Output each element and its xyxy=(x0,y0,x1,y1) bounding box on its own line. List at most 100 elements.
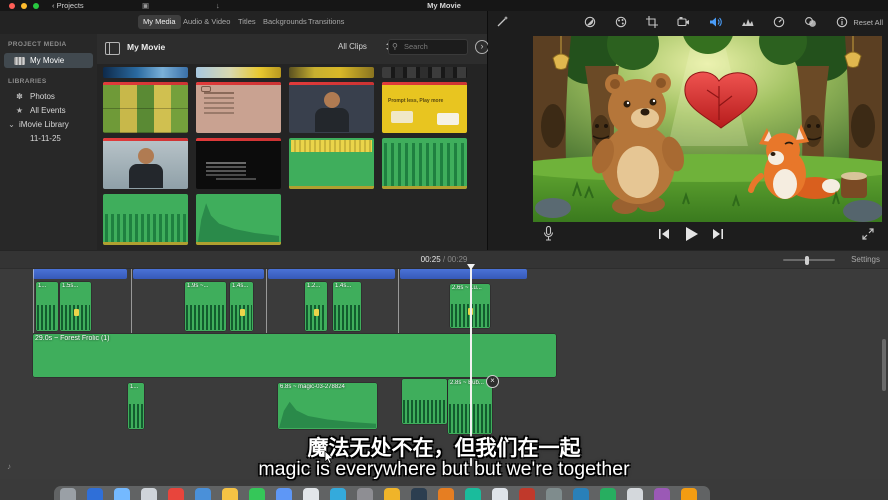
media-thumbnail-video[interactable] xyxy=(289,82,374,133)
media-thumbnail-strip[interactable] xyxy=(103,67,188,78)
search-input[interactable]: ⚲ Search xyxy=(388,39,468,55)
dock-app-icon[interactable] xyxy=(60,488,76,500)
dock-app-icon[interactable] xyxy=(546,488,562,500)
tab-my-media[interactable]: My Media xyxy=(138,15,181,29)
video-clip[interactable] xyxy=(268,269,395,279)
timeline-scrollbar[interactable] xyxy=(882,339,886,391)
dock-app-icon[interactable] xyxy=(384,488,400,500)
star-box-icon: ★ xyxy=(14,107,25,115)
playback-controls xyxy=(488,222,888,248)
video-clip[interactable] xyxy=(400,269,527,279)
media-thumbnail-audio[interactable] xyxy=(196,194,281,245)
preview-panel: Reset All xyxy=(488,11,888,250)
dock-app-icon[interactable] xyxy=(654,488,670,500)
audio-clip[interactable]: 1... xyxy=(128,383,144,429)
sidebar-item-event-date[interactable]: 11-11-25 xyxy=(4,131,93,146)
dock-app-icon[interactable] xyxy=(87,488,103,500)
clip-label: 1... xyxy=(130,384,143,390)
media-thumbnail-video[interactable] xyxy=(196,82,281,133)
media-thumbnail-video[interactable] xyxy=(103,138,188,189)
dock-app-icon[interactable] xyxy=(357,488,373,500)
dock-app-icon[interactable] xyxy=(249,488,265,500)
dock-app-icon[interactable] xyxy=(627,488,643,500)
audio-clip[interactable] xyxy=(402,379,447,424)
dock-app-icon[interactable] xyxy=(492,488,508,500)
audio-clip[interactable]: 1.9s ~... xyxy=(185,282,226,331)
audio-clip[interactable]: 1.4s... xyxy=(333,282,361,331)
clip-filter-dropdown[interactable]: All Clips xyxy=(338,42,367,51)
media-thumbnail-strip[interactable] xyxy=(196,67,281,78)
music-clip[interactable]: 29.0s ~ Forest Frolic (1) xyxy=(33,334,556,377)
video-clip[interactable] xyxy=(33,269,127,279)
subtitle-english: magic is everywhere but but we're togeth… xyxy=(0,458,888,481)
tab-titles[interactable]: Titles xyxy=(233,15,261,29)
reset-all-button[interactable]: Reset All xyxy=(853,18,883,27)
dock-app-icon[interactable] xyxy=(411,488,427,500)
playhead-handle[interactable] xyxy=(467,264,475,270)
info-icon[interactable] xyxy=(836,16,848,28)
dock-app-icon[interactable] xyxy=(330,488,346,500)
record-voiceover-mic-icon[interactable] xyxy=(543,226,554,242)
sidebar-item-imovie-library[interactable]: ⌄ iMovie Library xyxy=(4,117,93,132)
sidebar-toggle-icon[interactable] xyxy=(105,42,120,55)
dock-app-icon[interactable] xyxy=(519,488,535,500)
next-frame-icon[interactable] xyxy=(712,228,724,240)
chevron-down-icon[interactable]: ⌄ xyxy=(6,121,17,129)
delete-clip-button[interactable]: × xyxy=(486,375,499,388)
window-title: My Movie xyxy=(0,0,888,11)
dock-app-icon[interactable] xyxy=(465,488,481,500)
media-thumbnail-video[interactable]: Prompt less, Play more xyxy=(382,82,467,133)
audio-clip[interactable]: 6.8s ~ magic-03-278824 xyxy=(278,383,377,429)
clip-boundary xyxy=(398,269,399,333)
color-balance-icon[interactable] xyxy=(584,16,596,28)
dock-app-icon[interactable] xyxy=(600,488,616,500)
dock-app-icon[interactable] xyxy=(303,488,319,500)
dock-app-icon[interactable] xyxy=(114,488,130,500)
previous-frame-icon[interactable] xyxy=(658,228,670,240)
color-palette-icon[interactable] xyxy=(615,16,627,28)
media-thumbnail-audio[interactable] xyxy=(289,138,374,189)
dock-app-icon[interactable] xyxy=(573,488,589,500)
macos-dock[interactable] xyxy=(54,486,710,500)
media-thumbnail-strip[interactable] xyxy=(289,67,374,78)
audio-clip[interactable]: 1.2... xyxy=(305,282,327,331)
preview-video[interactable] xyxy=(533,36,882,222)
noise-equalizer-icon[interactable] xyxy=(741,16,754,28)
sidebar-item-all-events[interactable]: ★ All Events xyxy=(4,103,93,118)
tab-audio-video[interactable]: Audio & Video xyxy=(178,15,235,29)
crop-icon[interactable] xyxy=(646,16,658,28)
video-clip[interactable] xyxy=(133,269,264,279)
bear-fox-forest-scene xyxy=(533,36,882,222)
effects-icon[interactable] xyxy=(804,16,817,28)
dock-app-icon[interactable] xyxy=(681,488,697,500)
audio-clip[interactable]: 1.5s... xyxy=(60,282,91,331)
dock-app-icon[interactable] xyxy=(141,488,157,500)
dock-app-icon[interactable] xyxy=(438,488,454,500)
media-browser-grid: Prompt less, Play more xyxy=(97,64,487,250)
sidebar-item-my-movie[interactable]: My Movie xyxy=(4,53,93,68)
drum xyxy=(841,172,867,198)
media-thumbnail-video[interactable] xyxy=(103,82,188,133)
used-in-project-bar xyxy=(382,82,467,85)
media-thumbnail-video[interactable] xyxy=(196,138,281,189)
fullscreen-icon[interactable] xyxy=(862,228,874,240)
stabilization-camera-icon[interactable] xyxy=(677,16,690,28)
volume-icon[interactable] xyxy=(709,16,722,28)
audio-clip[interactable]: 1... xyxy=(36,282,58,331)
play-button-icon[interactable] xyxy=(683,226,699,242)
media-thumbnail-audio[interactable] xyxy=(103,194,188,245)
media-thumbnail-strip[interactable] xyxy=(382,67,467,78)
dock-app-icon[interactable] xyxy=(195,488,211,500)
hide-browser-button[interactable]: › xyxy=(475,40,489,54)
sound-effect-badge xyxy=(314,309,319,316)
dock-app-icon[interactable] xyxy=(168,488,184,500)
clip-boundary xyxy=(33,269,34,333)
audio-clip[interactable]: 1.4s... xyxy=(230,282,253,331)
tab-transitions[interactable]: Transitions xyxy=(303,15,349,29)
dock-app-icon[interactable] xyxy=(276,488,292,500)
media-thumbnail-audio[interactable] xyxy=(382,138,467,189)
enhance-wand-icon[interactable] xyxy=(496,15,509,28)
dock-app-icon[interactable] xyxy=(222,488,238,500)
speed-gauge-icon[interactable] xyxy=(773,16,785,28)
sidebar-item-photos[interactable]: ✽ Photos xyxy=(4,89,93,104)
